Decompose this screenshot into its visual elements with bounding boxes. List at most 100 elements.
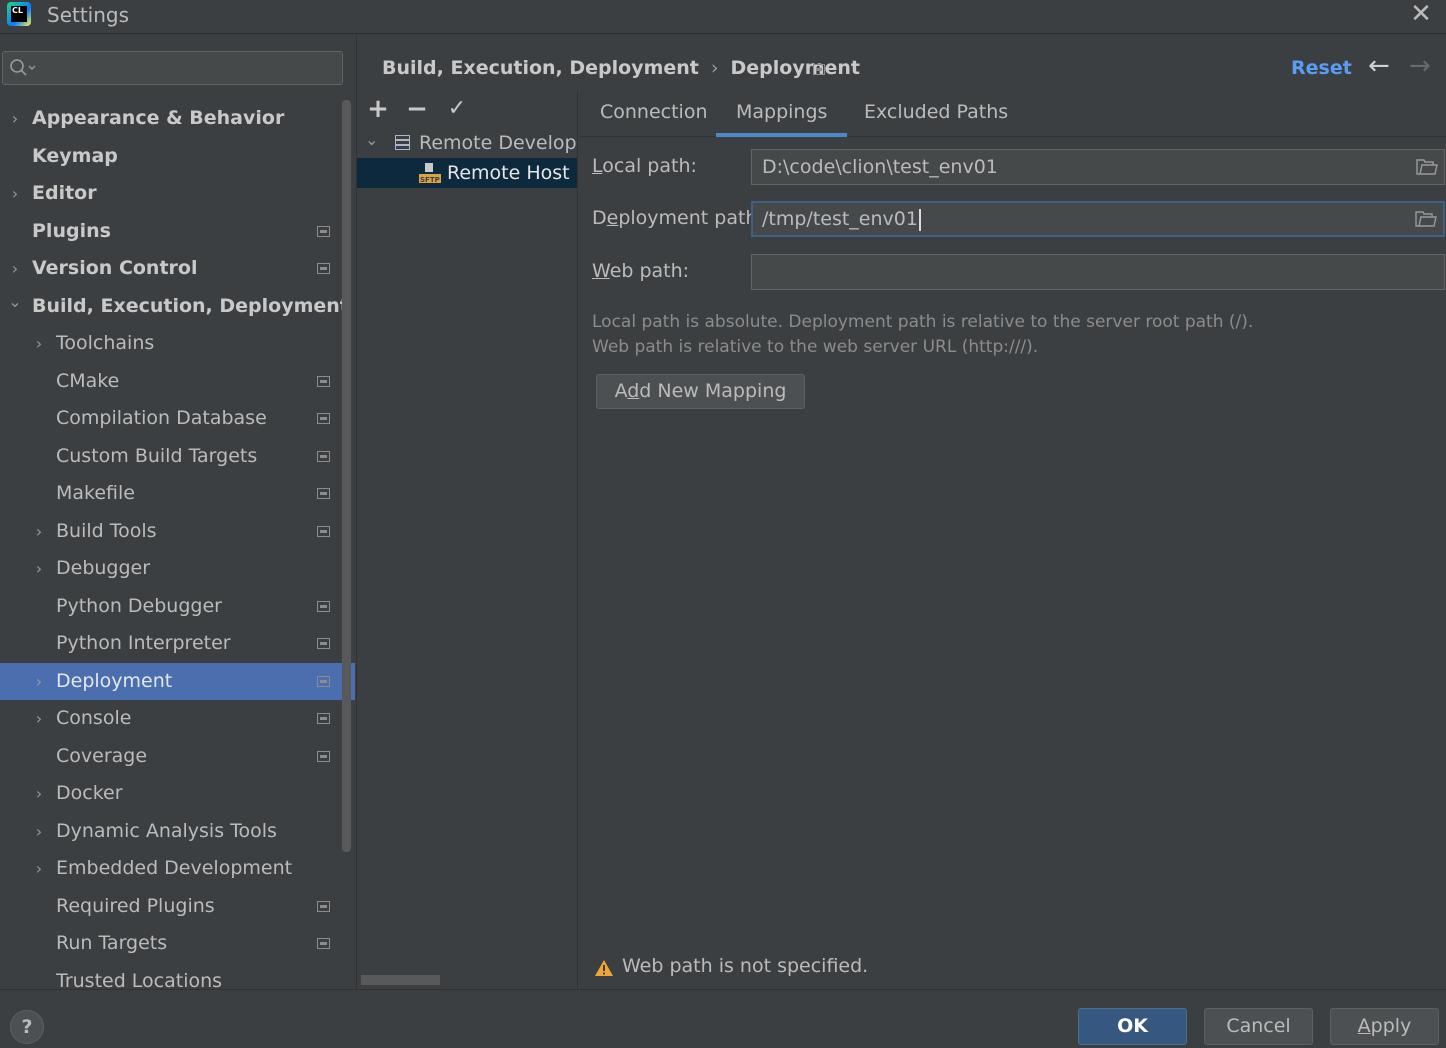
project-level-icon [317, 263, 330, 274]
sidebar-item-label: Toolchains [56, 332, 155, 354]
chevron-right-icon[interactable]: › [31, 813, 47, 850]
sidebar-item-coverage[interactable]: Coverage [0, 738, 355, 775]
sidebar-item-label: Console [56, 707, 132, 729]
back-arrow-icon[interactable]: ← [1368, 51, 1390, 81]
add-new-mapping-button[interactable]: Add New Mapping [596, 374, 805, 409]
clion-app-icon: CL [7, 2, 31, 26]
sidebar-item-appearance-behavior[interactable]: › Appearance & Behavior [0, 100, 355, 137]
breadcrumb: Build, Execution, Deployment › Deployment [382, 57, 860, 79]
project-level-icon [317, 901, 330, 912]
sidebar-item-build-tools[interactable]: › Build Tools [0, 513, 355, 550]
server-tree-toolbar: + − ✓ [357, 91, 577, 127]
close-icon[interactable]: ✕ [1408, 0, 1434, 28]
web-path-field[interactable] [751, 254, 1445, 290]
sidebar-item-docker[interactable]: › Docker [0, 775, 355, 812]
chevron-right-icon[interactable]: › [7, 100, 23, 137]
sidebar-item-embedded-development[interactable]: › Embedded Development [0, 850, 355, 887]
sidebar-item-label: Makefile [56, 482, 135, 504]
server-tree-panel: + − ✓ ⌄ Remote Developm SFTP Remote Host… [357, 91, 578, 989]
sidebar-item-trusted-locations[interactable]: Trusted Locations [0, 963, 355, 989]
svg-text:SFTP: SFTP [420, 176, 440, 184]
ok-button[interactable]: OK [1078, 1008, 1187, 1045]
sidebar-item-toolchains[interactable]: › Toolchains [0, 325, 355, 362]
forward-arrow-icon[interactable]: → [1409, 51, 1431, 81]
local-path-field[interactable]: D:\code\clion\test_env01 [751, 149, 1445, 185]
chevron-right-icon[interactable]: › [31, 663, 47, 700]
dialog-button-bar: ? OK Cancel Apply [0, 989, 1446, 1048]
settings-search-input[interactable] [2, 51, 343, 85]
sidebar-item-label: Build Tools [56, 520, 157, 542]
tab-mappings[interactable]: Mappings [716, 91, 848, 137]
chevron-right-icon[interactable]: › [7, 250, 23, 287]
warning-icon [595, 960, 613, 976]
chevron-down-icon[interactable]: ⌄ [7, 283, 23, 320]
sidebar-item-compilation-database[interactable]: Compilation Database [0, 400, 355, 437]
breadcrumb-separator: › [710, 57, 719, 79]
sidebar-item-run-targets[interactable]: Run Targets [0, 925, 355, 962]
cancel-button[interactable]: Cancel [1204, 1008, 1313, 1045]
sidebar-item-label: Editor [32, 182, 97, 204]
server-group-icon [395, 135, 410, 150]
tree-horizontal-scrollbar[interactable] [361, 975, 440, 985]
project-level-icon [317, 601, 330, 612]
project-level-icon [317, 938, 330, 949]
project-level-icon [317, 413, 330, 424]
tab-connection[interactable]: Connection [600, 91, 708, 137]
chevron-right-icon[interactable]: › [31, 700, 47, 737]
chevron-right-icon[interactable]: › [31, 850, 47, 887]
path-hint-line-1: Local path is absolute. Deployment path … [592, 312, 1254, 332]
sidebar-item-label: Keymap [32, 145, 118, 167]
breadcrumb-parent: Build, Execution, Deployment [382, 57, 699, 79]
folder-browse-icon[interactable] [1416, 158, 1438, 176]
sidebar-item-debugger[interactable]: › Debugger [0, 550, 355, 587]
folder-browse-icon[interactable] [1415, 210, 1437, 228]
chevron-down-icon[interactable]: ⌄ [365, 125, 378, 155]
local-path-value: D:\code\clion\test_env01 [762, 156, 998, 178]
chevron-right-icon[interactable]: › [31, 775, 47, 812]
sidebar-item-python-debugger[interactable]: Python Debugger [0, 588, 355, 625]
nav-scrollbar[interactable] [342, 100, 351, 852]
help-button[interactable]: ? [10, 1010, 44, 1044]
breadcrumb-current: Deployment [730, 57, 861, 79]
sidebar-item-editor[interactable]: › Editor [0, 175, 355, 212]
set-default-check-icon[interactable]: ✓ [443, 95, 471, 123]
remove-server-icon[interactable]: − [403, 95, 431, 123]
tab-excluded-paths[interactable]: Excluded Paths [864, 91, 1008, 137]
project-level-icon [317, 638, 330, 649]
deployment-path-label: Deployment path: [592, 207, 764, 229]
sidebar-item-build-execution-deployment[interactable]: ⌄ Build, Execution, Deployment [0, 288, 355, 325]
sidebar-item-python-interpreter[interactable]: Python Interpreter [0, 625, 355, 662]
sidebar-item-deployment[interactable]: › Deployment [0, 663, 355, 700]
sftp-icon: SFTP [419, 163, 441, 184]
sidebar-item-required-plugins[interactable]: Required Plugins [0, 888, 355, 925]
sidebar-item-label: Custom Build Targets [56, 445, 258, 467]
tree-row-remote-host[interactable]: SFTP Remote Host (a [357, 158, 577, 188]
sidebar-item-label: Docker [56, 782, 123, 804]
chevron-right-icon[interactable]: › [7, 175, 23, 212]
project-level-icon [317, 451, 330, 462]
chevron-right-icon[interactable]: › [31, 513, 47, 550]
tree-row-remote-development[interactable]: ⌄ Remote Developm [357, 125, 577, 158]
sidebar-item-dynamic-analysis-tools[interactable]: › Dynamic Analysis Tools [0, 813, 355, 850]
sidebar-item-plugins[interactable]: Plugins [0, 213, 355, 250]
sidebar-item-keymap[interactable]: Keymap [0, 138, 355, 175]
sidebar-item-label: Required Plugins [56, 895, 215, 917]
sidebar-item-label: Build, Execution, Deployment [32, 295, 349, 317]
reset-link[interactable]: Reset [1291, 57, 1352, 79]
sidebar-item-custom-build-targets[interactable]: Custom Build Targets [0, 438, 355, 475]
sidebar-item-cmake[interactable]: CMake [0, 363, 355, 400]
apply-button[interactable]: Apply [1330, 1008, 1439, 1045]
project-level-icon [317, 751, 330, 762]
add-server-icon[interactable]: + [364, 95, 392, 123]
chevron-right-icon[interactable]: › [31, 325, 47, 362]
chevron-right-icon[interactable]: › [31, 550, 47, 587]
project-level-icon [317, 226, 330, 237]
sidebar-item-version-control[interactable]: › Version Control [0, 250, 355, 287]
deployment-path-field[interactable]: /tmp/test_env01 [751, 201, 1445, 237]
sidebar-item-console[interactable]: › Console [0, 700, 355, 737]
sidebar-item-label: Embedded Development [56, 857, 293, 879]
warning-text: Web path is not specified. [622, 955, 869, 977]
deployment-tabs: Connection Mappings Excluded Paths [579, 91, 1446, 137]
sidebar-item-makefile[interactable]: Makefile [0, 475, 355, 512]
sidebar-item-label: Python Debugger [56, 595, 222, 617]
